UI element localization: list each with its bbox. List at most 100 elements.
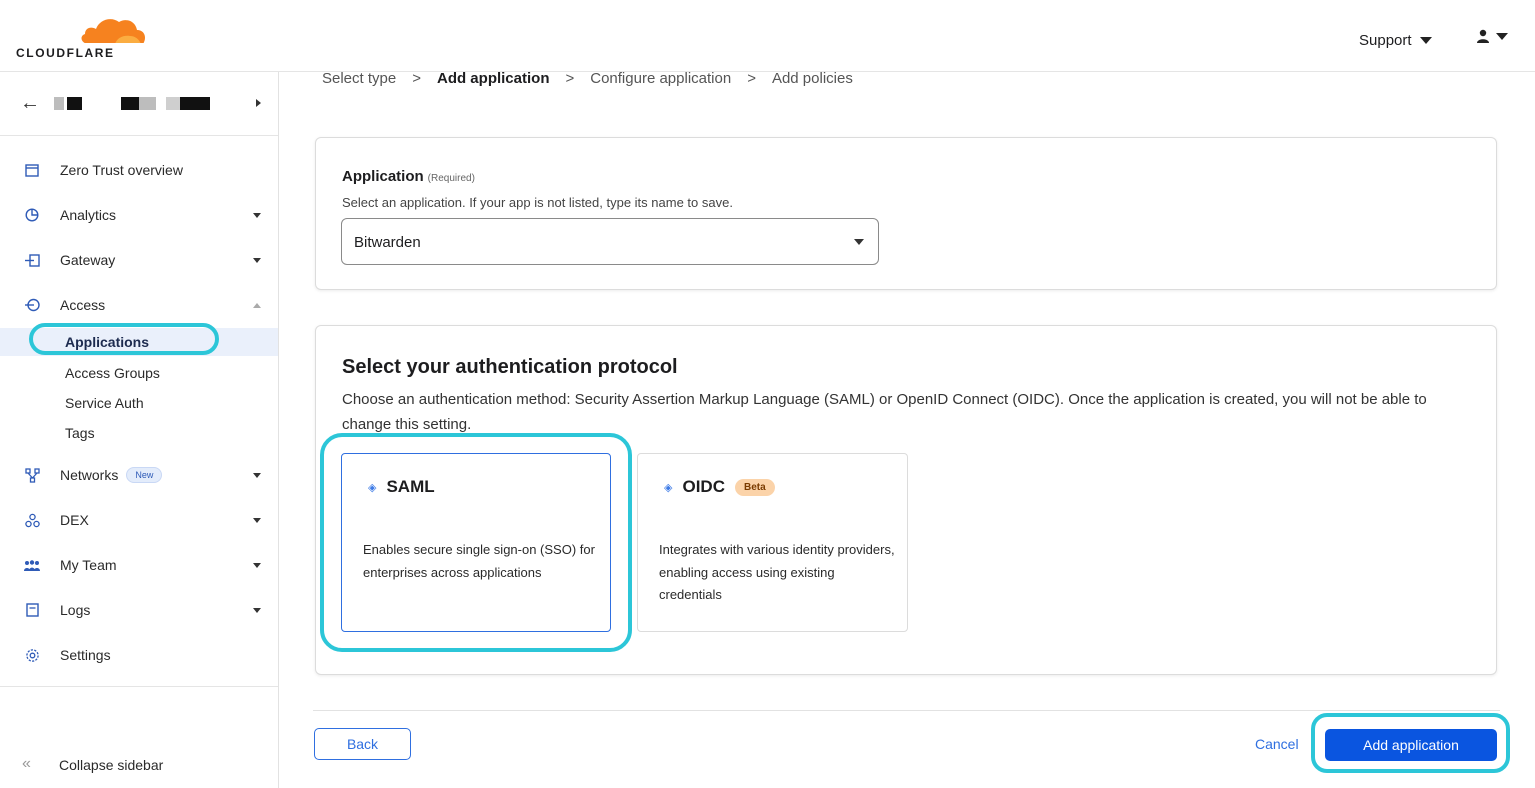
breadcrumb-separator: > <box>747 70 756 87</box>
breadcrumb-step-configure-application: Configure application <box>590 70 732 87</box>
back-arrow-icon[interactable]: ← <box>20 92 40 115</box>
collapse-sidebar-label: Collapse sidebar <box>59 757 164 773</box>
back-button[interactable]: Back <box>314 728 411 760</box>
chevron-up-icon <box>253 302 261 308</box>
redacted-block <box>139 97 156 110</box>
diamond-icon: ◈ <box>664 481 673 494</box>
add-application-button[interactable]: Add application <box>1325 729 1497 761</box>
saml-option-title: SAML <box>386 477 435 496</box>
top-header: CLOUDFLARE Support <box>0 0 1535 72</box>
oidc-option-title: OIDC <box>682 477 725 496</box>
user-icon <box>1477 29 1489 43</box>
networks-label: Networks <box>60 467 119 483</box>
protocol-description: Choose an authentication method: Securit… <box>342 391 1427 433</box>
sidebar-item-label: Gateway <box>60 252 116 268</box>
chevron-down-icon <box>253 472 261 478</box>
chevron-down-icon <box>253 517 261 523</box>
saml-option-card[interactable]: ◈ SAML Enables secure single sign-on (SS… <box>341 453 611 632</box>
breadcrumb-step-add-application: Add application <box>436 70 550 87</box>
gear-icon <box>22 645 42 665</box>
chevron-down-icon <box>1496 32 1508 40</box>
oidc-option-header: ◈ OIDC Beta <box>664 477 775 497</box>
chevron-down-icon <box>253 257 261 263</box>
sidebar-item-settings[interactable]: Settings <box>0 637 278 673</box>
sidebar-item-label: Logs <box>60 602 91 618</box>
sidebar-item-label: Zero Trust overview <box>60 162 183 178</box>
sidebar-item-gateway[interactable]: Gateway <box>0 242 278 278</box>
redacted-block <box>121 97 139 110</box>
sidebar-subitem-label: Tags <box>65 425 95 441</box>
sidebar-item-dex[interactable]: DEX <box>0 502 278 538</box>
breadcrumb-separator: > <box>412 70 421 87</box>
sidebar-item-networks[interactable]: Networks New <box>0 457 278 493</box>
sidebar-subitem-service-auth[interactable]: Service Auth <box>0 389 278 417</box>
required-label: (Required) <box>427 173 475 184</box>
breadcrumb: Select type > Add application > Configur… <box>322 70 853 87</box>
sidebar-item-label: Access <box>60 297 106 313</box>
sidebar-item-my-team[interactable]: My Team <box>0 547 278 583</box>
cancel-button[interactable]: Cancel <box>1255 736 1299 752</box>
sidebar-subitem-applications[interactable]: Applications <box>0 328 278 356</box>
network-icon <box>22 465 42 485</box>
cloudflare-logo[interactable]: CLOUDFLARE <box>16 16 145 62</box>
sidebar-subitem-label: Service Auth <box>65 395 144 411</box>
browser-window-icon <box>22 160 42 180</box>
divider <box>313 710 1500 711</box>
support-label: Support <box>1359 32 1412 49</box>
logs-icon <box>22 600 42 620</box>
sidebar: ← Zero Trust overview Analytics Gateway <box>0 72 279 788</box>
application-select-value: Bitwarden <box>354 234 421 251</box>
breadcrumb-step-add-policies: Add policies <box>771 70 853 87</box>
chevron-down-icon <box>253 607 261 613</box>
new-badge: New <box>126 467 163 483</box>
divider <box>0 686 278 687</box>
access-icon <box>22 295 42 315</box>
saml-option-header: ◈ SAML <box>368 477 435 497</box>
sidebar-item-zero-trust-overview[interactable]: Zero Trust overview <box>0 152 278 188</box>
sidebar-item-label: My Team <box>60 557 117 573</box>
redacted-block <box>166 97 180 110</box>
sidebar-item-label: Settings <box>60 647 111 663</box>
sidebar-item-label: Networks New <box>60 467 163 483</box>
sidebar-subitem-tags[interactable]: Tags <box>0 419 278 447</box>
chevron-down-icon <box>854 239 864 245</box>
sidebar-subitem-access-groups[interactable]: Access Groups <box>0 359 278 387</box>
sidebar-item-analytics[interactable]: Analytics <box>0 197 278 233</box>
saml-option-description: Enables secure single sign-on (SSO) for … <box>363 542 595 580</box>
protocol-heading: Select your authentication protocol <box>342 356 678 378</box>
diamond-icon: ◈ <box>368 481 377 494</box>
chevron-down-icon <box>253 212 261 218</box>
redacted-block <box>54 97 64 110</box>
gateway-icon <box>22 250 42 270</box>
logo-wordmark: CLOUDFLARE <box>16 46 115 60</box>
beta-badge: Beta <box>734 478 775 496</box>
sidebar-item-label: Analytics <box>60 207 117 223</box>
sidebar-subitem-label: Access Groups <box>65 365 160 381</box>
application-title: Application <box>342 168 424 185</box>
application-select[interactable]: Bitwarden <box>341 218 879 265</box>
breadcrumb-separator: > <box>565 70 575 87</box>
protocol-card: Select your authentication protocol Choo… <box>315 325 1497 675</box>
sidebar-item-logs[interactable]: Logs <box>0 592 278 628</box>
application-card: Application (Required) Select an applicat… <box>315 137 1497 290</box>
oidc-option-description: Integrates with various identity provide… <box>659 542 895 602</box>
sidebar-subitem-label: Applications <box>65 334 150 350</box>
chevron-right-icon <box>256 99 261 107</box>
user-menu[interactable] <box>1476 29 1508 43</box>
pie-chart-icon <box>22 205 42 225</box>
sidebar-item-access[interactable]: Access <box>0 287 278 323</box>
account-switcher[interactable]: ← <box>0 72 278 136</box>
team-icon <box>22 555 42 575</box>
chevron-down-icon <box>1419 37 1432 44</box>
dex-icon <box>22 510 42 530</box>
double-chevron-left-icon: « <box>22 755 31 772</box>
cloud-logo-icon <box>79 19 145 45</box>
redacted-block <box>67 97 82 110</box>
support-menu[interactable]: Support <box>1359 32 1432 49</box>
application-heading: Application (Required) <box>342 168 475 185</box>
collapse-sidebar-button[interactable]: « Collapse sidebar <box>0 750 278 780</box>
breadcrumb-step-select-type[interactable]: Select type <box>322 70 396 87</box>
application-help-text: Select an application. If your app is no… <box>342 195 733 210</box>
sidebar-item-label: DEX <box>60 512 89 528</box>
oidc-option-card[interactable]: ◈ OIDC Beta Integrates with various iden… <box>637 453 908 632</box>
